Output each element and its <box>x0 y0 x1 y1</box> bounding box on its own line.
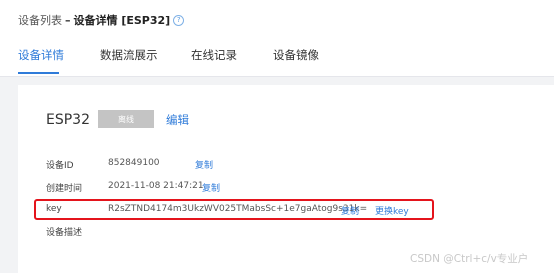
tab-online-records[interactable]: 在线记录 <box>191 47 237 63</box>
key-row-highlight <box>34 199 434 220</box>
device-detail-card: ESP32 离线 编辑 设备ID 852849100 复制 创建时间 2021-… <box>18 85 554 273</box>
status-badge: 离线 <box>98 110 154 128</box>
breadcrumb-separator: – <box>65 13 71 27</box>
copy-id-button[interactable]: 复制 <box>195 158 213 171</box>
breadcrumb: 设备列表 – 设备详情 [ESP32] ? <box>18 12 185 28</box>
breadcrumb-device-list[interactable]: 设备列表 <box>18 12 62 28</box>
page-header: 设备列表 – 设备详情 [ESP32] ? 设备详情 数据流展示 在线记录 设备… <box>0 0 554 77</box>
device-id-label: 设备ID <box>46 161 74 171</box>
tab-bar: 设备详情 数据流展示 在线记录 设备镜像 <box>0 38 554 77</box>
device-name: ESP32 <box>46 112 90 128</box>
created-time-label: 创建时间 <box>46 184 83 194</box>
active-tab-indicator <box>18 72 59 74</box>
tab-device-mirror[interactable]: 设备镜像 <box>273 47 319 63</box>
breadcrumb-current: 设备详情 [ESP32] <box>73 14 171 27</box>
copy-created-time-button[interactable]: 复制 <box>202 181 220 194</box>
watermark: CSDN @Ctrl+c/v专业户 <box>410 253 529 265</box>
edit-link[interactable]: 编辑 <box>166 112 189 128</box>
tab-device-details[interactable]: 设备详情 <box>18 47 64 63</box>
description-label: 设备描述 <box>46 228 83 238</box>
device-id-value: 852849100 <box>108 158 160 168</box>
created-time-value: 2021-11-08 21:47:21 <box>108 181 204 191</box>
question-circle-icon[interactable]: ? <box>173 14 185 26</box>
tab-data-streams[interactable]: 数据流展示 <box>100 47 158 63</box>
